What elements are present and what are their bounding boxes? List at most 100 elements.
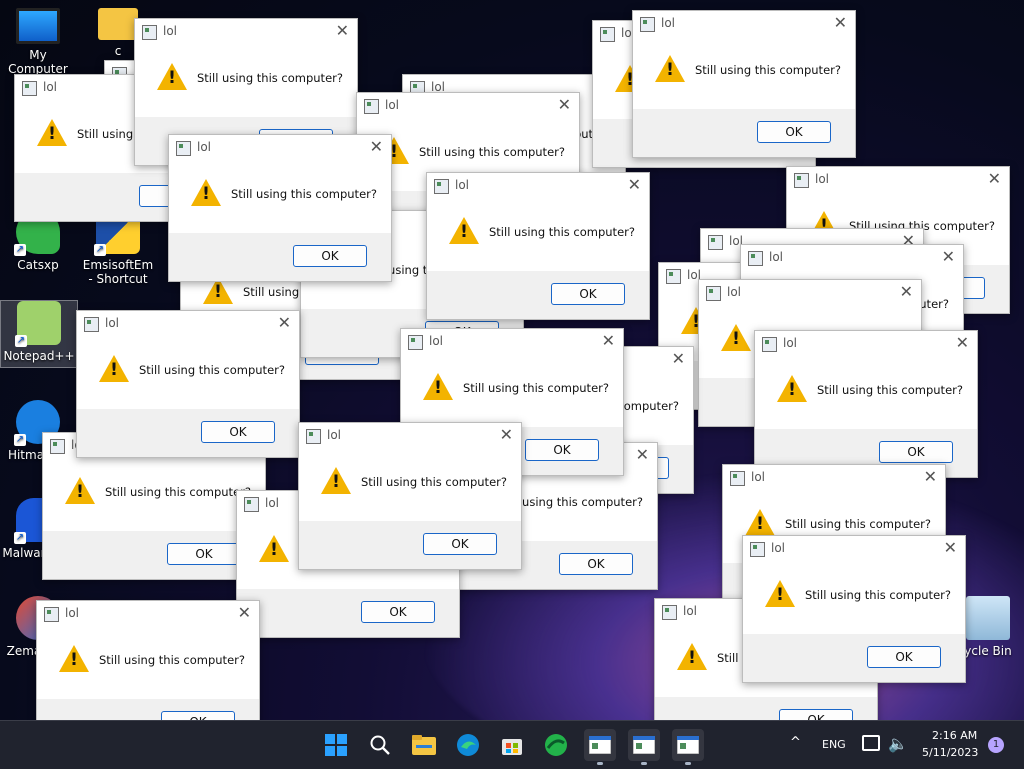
dialog-message: Still using this computer? [805,588,951,602]
dialog-message: Still using this computer? [695,63,841,77]
warning-icon: ! [157,63,187,90]
edge-icon[interactable] [452,729,484,761]
close-button[interactable]: ✕ [500,425,513,444]
desktop-icon-label: Malwar [2,546,46,560]
desktop-icon-notepad-plus-plus[interactable]: ↗ Notepad++ [0,300,78,368]
dialog-titlebar[interactable]: lol ✕ [427,173,649,199]
dialog-titlebar[interactable]: lol ✕ [299,423,521,449]
ok-button[interactable]: OK [361,601,435,623]
network-icon[interactable] [862,735,880,751]
desktop-icon-my-computer[interactable]: My Computer [0,8,76,76]
dialog-window[interactable]: lol ✕ ! Still using this computer? OK [426,172,650,320]
dialog-window[interactable]: lol ✕ ! Still using this computer? OK [168,134,392,282]
ok-button[interactable]: OK [201,421,275,443]
close-button[interactable]: ✕ [956,333,969,352]
close-button[interactable]: ✕ [988,169,1001,188]
ok-button[interactable]: OK [879,441,953,463]
file-explorer-icon[interactable] [408,729,440,761]
ok-button[interactable]: OK [559,553,633,575]
close-button[interactable]: ✕ [238,603,251,622]
app-icon [794,173,809,188]
app-icon [662,605,677,620]
ok-button[interactable]: OK [867,646,941,668]
dialog-footer: OK [743,634,965,682]
close-button[interactable]: ✕ [336,21,349,40]
dialog-app-taskbar-button[interactable] [584,729,616,765]
dialog-title: lol [43,80,58,94]
dialog-window[interactable]: lol ✕ ! Still using this computer? OK [36,600,260,720]
dialog-titlebar[interactable]: lol ✕ [743,536,965,562]
close-button[interactable]: ✕ [942,247,955,266]
ok-button[interactable]: OK [423,533,497,555]
close-button[interactable]: ✕ [558,95,571,114]
dialog-title: lol [815,172,830,186]
microsoft-store-icon[interactable] [496,729,528,761]
close-button[interactable]: ✕ [834,13,847,32]
ok-button[interactable]: OK [167,543,241,565]
dialog-message: Still using this computer? [231,187,377,201]
dialog-titlebar[interactable]: lol ✕ [77,311,299,337]
clock-time[interactable]: 2:16 AM [932,729,977,742]
close-button[interactable]: ✕ [602,331,615,350]
close-button[interactable]: ✕ [278,313,291,332]
close-button[interactable]: ✕ [944,538,957,557]
dialog-window[interactable]: lol ✕ ! Still using this computer? OK [632,10,856,158]
desktop: My Computer c ↗ Catsxp ↗ EmsisoftEm - Sh… [0,0,1024,720]
dialog-message: Still using this computer? [197,71,343,85]
dialog-app-icon [677,736,699,754]
tray-overflow-chevron[interactable]: ^ [790,735,801,750]
dialog-titlebar[interactable]: lol ✕ [357,93,579,119]
dialog-window[interactable]: lol ✕ ! Still using this computer? OK [754,330,978,478]
dialog-footer: OK [427,271,649,319]
close-button[interactable]: ✕ [370,137,383,156]
dialog-window[interactable]: lol ✕ ! Still using this computer? OK [742,535,966,683]
dialog-titlebar[interactable]: lol ✕ [755,331,977,357]
running-indicator [641,762,647,765]
ok-button[interactable]: OK [525,439,599,461]
close-button[interactable]: ✕ [672,349,685,368]
windows-start-icon[interactable] [320,729,352,761]
dialog-titlebar[interactable]: lol ✕ [699,280,921,306]
close-button[interactable]: ✕ [636,445,649,464]
ok-button[interactable]: OK [293,245,367,267]
dialog-window[interactable]: lol ✕ ! Still using this computer? OK [298,422,522,570]
dialog-titlebar[interactable]: lol ✕ [401,329,623,355]
dialog-footer: OK [77,409,299,457]
notification-badge[interactable]: 1 [988,737,1004,753]
ok-button[interactable]: OK [757,121,831,143]
dialog-title: lol [455,178,470,192]
dialog-app-taskbar-button[interactable] [672,729,704,765]
language-indicator[interactable]: ENG [822,738,846,751]
search-icon[interactable] [364,729,396,761]
app-icon [306,429,321,444]
warning-icon: ! [423,373,453,400]
ok-button[interactable]: OK [161,711,235,720]
app-icon [408,335,423,350]
dialog-window[interactable]: lol ✕ ! Still using this computer? OK [76,310,300,458]
app-icon [142,25,157,40]
app-icon [600,27,615,42]
volume-icon[interactable]: 🔈 [888,734,908,753]
close-button[interactable]: ✕ [924,467,937,486]
dialog-title: lol [385,98,400,112]
dialog-titlebar[interactable]: lol ✕ [633,11,855,37]
dialog-footer: OK [43,531,265,579]
close-button[interactable]: ✕ [628,175,641,194]
dialog-body: ! Still using this computer? [135,45,357,117]
dialog-titlebar[interactable]: lol ✕ [787,167,1009,193]
ok-button[interactable]: OK [551,283,625,305]
ok-button[interactable]: OK [779,709,853,720]
taskbar: ^ ENG 🔈 2:16 AM 5/11/2023 1 [0,720,1024,769]
dialog-titlebar[interactable]: lol ✕ [37,601,259,627]
dialog-app-taskbar-button[interactable] [628,729,660,765]
dialog-titlebar[interactable]: lol ✕ [741,245,963,271]
dialog-body: ! Still using this computer? [633,37,855,109]
clock-date[interactable]: 5/11/2023 [922,746,978,759]
close-button[interactable]: ✕ [900,282,913,301]
dialog-titlebar[interactable]: lol ✕ [135,19,357,45]
app-icon [50,439,65,454]
app-icon [748,251,763,266]
dialog-titlebar[interactable]: lol ✕ [723,465,945,491]
catsxp-browser-icon[interactable] [540,729,572,761]
dialog-titlebar[interactable]: lol ✕ [169,135,391,161]
